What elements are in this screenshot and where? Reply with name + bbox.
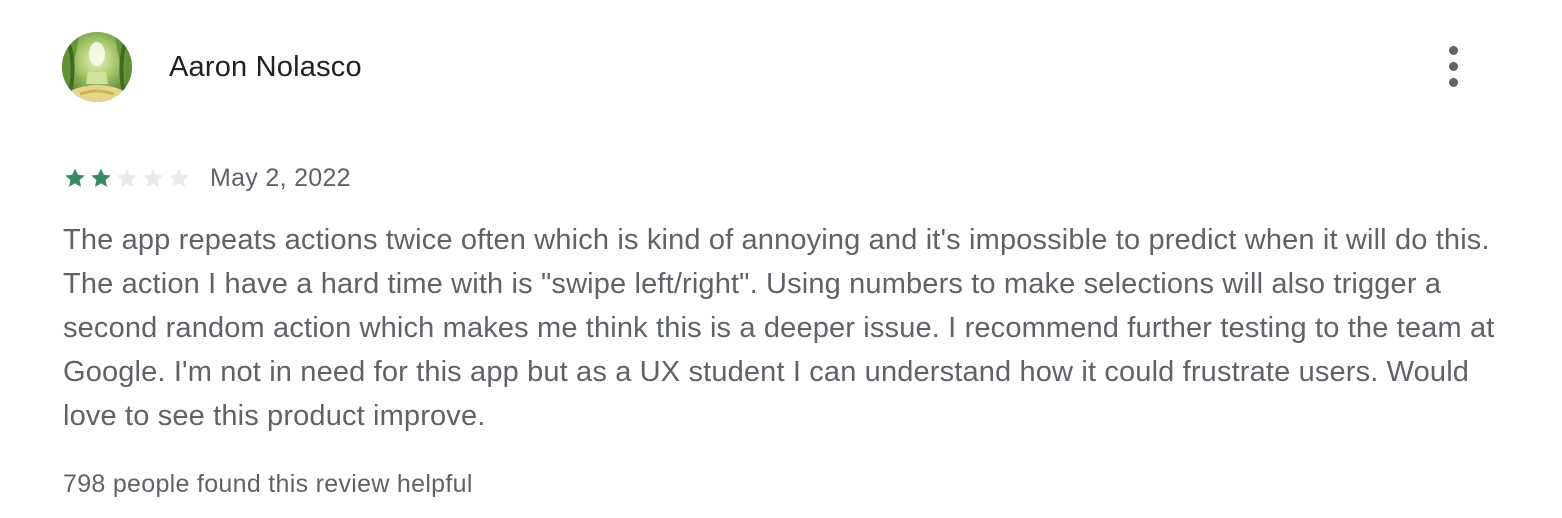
star-rating	[63, 166, 191, 190]
more-dot	[1448, 77, 1458, 87]
more-dot	[1448, 45, 1458, 55]
review-text: The app repeats actions twice often whic…	[63, 224, 1495, 432]
review-meta: May 2, 2022	[63, 160, 351, 196]
star-filled-icon	[89, 166, 113, 190]
avatar	[62, 32, 132, 102]
star-empty-icon	[115, 166, 139, 190]
review-author-name: Aaron Nolasco	[169, 50, 362, 83]
review-date: May 2, 2022	[210, 163, 351, 192]
more-dot	[1448, 61, 1458, 71]
forest-avatar-image	[62, 32, 132, 102]
review-card: Aaron Nolasco May 2, 2022 The app repeat…	[0, 0, 1562, 518]
review-header: Aaron Nolasco	[62, 32, 362, 102]
more-vert-icon[interactable]	[1430, 40, 1476, 92]
star-filled-icon	[63, 166, 87, 190]
star-empty-icon	[141, 166, 165, 190]
star-empty-icon	[167, 166, 191, 190]
helpful-count: 798 people found this review helpful	[63, 470, 473, 498]
